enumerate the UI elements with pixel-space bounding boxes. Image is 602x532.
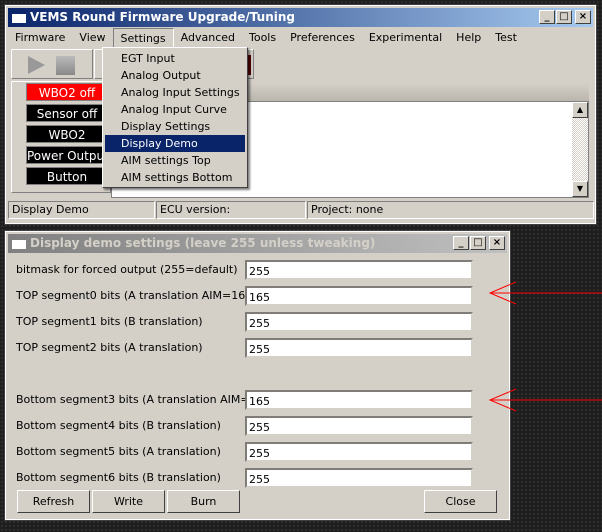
app-icon xyxy=(12,11,26,23)
power-output-button[interactable]: Power Output xyxy=(26,146,108,164)
refresh-button[interactable]: Refresh xyxy=(17,490,90,513)
stop-icon[interactable] xyxy=(56,56,75,75)
menu-settings[interactable]: Settings xyxy=(112,28,174,48)
maximize-button[interactable]: □ xyxy=(556,10,572,24)
wbo2-off-button[interactable]: WBO2 off xyxy=(26,83,108,101)
field-input[interactable]: 255 xyxy=(245,468,473,488)
menu-experimental[interactable]: Experimental xyxy=(362,28,449,48)
field-input[interactable]: 165 xyxy=(245,390,473,410)
field-label: Bottom segment3 bits (A translation AIM=… xyxy=(16,393,275,406)
annotation-arrow-bottom xyxy=(488,388,602,412)
menu-item-display-settings[interactable]: Display Settings xyxy=(105,118,245,135)
close-button[interactable]: × xyxy=(489,236,505,250)
menu-firmware[interactable]: Firmware xyxy=(8,28,72,48)
menu-view[interactable]: View xyxy=(72,28,112,48)
menu-tools[interactable]: Tools xyxy=(242,28,283,48)
display-demo-window: Display demo settings (leave 255 unless … xyxy=(4,230,511,521)
title-bar: Display demo settings (leave 255 unless … xyxy=(8,234,507,253)
field-label: TOP segment2 bits (A translation) xyxy=(16,341,203,354)
status-message: Display Demo xyxy=(8,201,155,219)
field-label: bitmask for forced output (255=default) xyxy=(16,263,238,276)
minimize-button[interactable]: _ xyxy=(539,10,555,24)
field-input[interactable]: 255 xyxy=(245,416,473,436)
menu-item-analog-input-curve[interactable]: Analog Input Curve xyxy=(105,101,245,118)
menu-item-analog-output[interactable]: Analog Output xyxy=(105,67,245,84)
field-label: Bottom segment5 bits (A translation) xyxy=(16,445,221,458)
toolbar xyxy=(11,49,93,79)
scroll-down-button[interactable]: ▼ xyxy=(572,181,588,197)
menu-item-analog-input-settings[interactable]: Analog Input Settings xyxy=(105,84,245,101)
field-input[interactable]: 255 xyxy=(245,312,473,332)
minimize-button[interactable]: _ xyxy=(453,236,469,250)
field-label: Bottom segment4 bits (B translation) xyxy=(16,419,221,432)
app-icon xyxy=(12,237,26,249)
menu-item-aim-settings-top[interactable]: AIM settings Top xyxy=(105,152,245,169)
wbo2-button[interactable]: WBO2 xyxy=(26,125,108,143)
menu-item-aim-settings-bottom[interactable]: AIM settings Bottom xyxy=(105,169,245,186)
menu-preferences[interactable]: Preferences xyxy=(283,28,362,48)
annotation-arrow-top xyxy=(488,281,602,305)
window-title: Display demo settings (leave 255 unless … xyxy=(30,236,376,250)
field-input[interactable]: 255 xyxy=(245,338,473,358)
field-input[interactable]: 255 xyxy=(245,260,473,280)
scrollbar[interactable]: ▲ ▼ xyxy=(572,102,588,197)
menu-item-egt-input[interactable]: EGT Input xyxy=(105,50,245,67)
menu-bar: Firmware View Settings Advanced Tools Pr… xyxy=(8,28,524,48)
window-title: VEMS Round Firmware Upgrade/Tuning xyxy=(30,10,295,24)
field-input[interactable]: 255 xyxy=(245,442,473,462)
maximize-button[interactable]: □ xyxy=(470,236,486,250)
field-label: TOP segment1 bits (B translation) xyxy=(16,315,203,328)
button-button[interactable]: Button xyxy=(26,167,108,185)
scroll-up-button[interactable]: ▲ xyxy=(572,102,588,118)
main-window: VEMS Round Firmware Upgrade/Tuning _ □ × F… xyxy=(4,4,597,225)
field-label: TOP segment0 bits (A translation AIM=165… xyxy=(16,289,257,302)
menu-item-display-demo[interactable]: Display Demo xyxy=(105,135,245,152)
menu-test[interactable]: Test xyxy=(488,28,524,48)
field-label: Bottom segment6 bits (B translation) xyxy=(16,471,221,484)
close-dialog-button[interactable]: Close xyxy=(424,490,497,513)
settings-dropdown: EGT Input Analog Output Analog Input Set… xyxy=(102,47,248,188)
field-input[interactable]: 165 xyxy=(245,286,473,306)
play-icon[interactable] xyxy=(26,55,46,75)
write-button[interactable]: Write xyxy=(92,490,165,513)
sensor-off-button[interactable]: Sensor off xyxy=(26,104,108,122)
title-bar: VEMS Round Firmware Upgrade/Tuning _ □ × xyxy=(8,8,593,27)
menu-advanced[interactable]: Advanced xyxy=(174,28,242,48)
burn-button[interactable]: Burn xyxy=(167,490,240,513)
ecu-version: ECU version: xyxy=(156,201,306,219)
close-button[interactable]: × xyxy=(575,10,591,24)
project-status: Project: none xyxy=(307,201,594,219)
menu-help[interactable]: Help xyxy=(449,28,488,48)
